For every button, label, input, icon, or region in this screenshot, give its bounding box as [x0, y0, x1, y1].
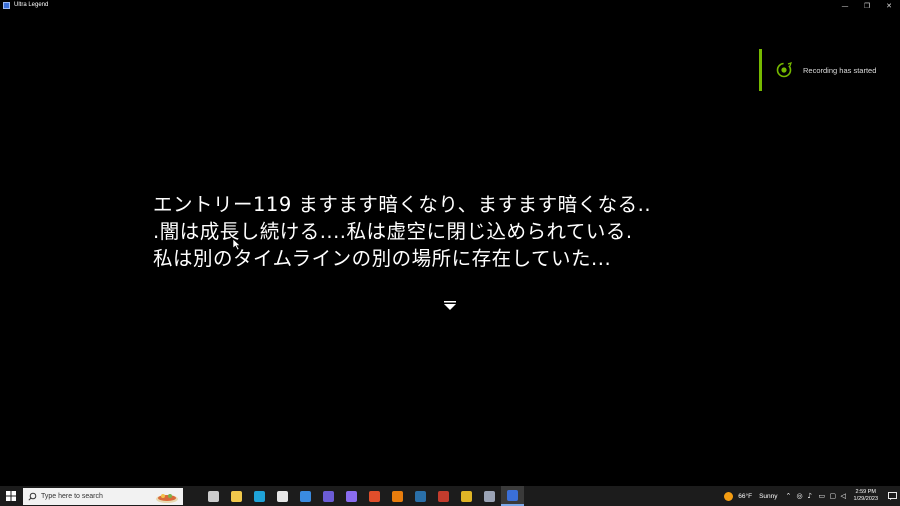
taskbar-app-8[interactable] — [386, 486, 409, 506]
weather-temp: 66°F — [738, 492, 753, 500]
app-ship-icon — [484, 490, 495, 502]
clock-time: 2:59 PM — [855, 489, 876, 495]
taskbar-app-4[interactable] — [294, 486, 317, 506]
search-placeholder: Type here to search — [41, 492, 103, 500]
task-view-icon — [208, 490, 219, 502]
battery-icon[interactable]: ▭ — [819, 492, 826, 500]
search-icon — [28, 492, 37, 501]
pinned-apps — [202, 486, 524, 506]
start-button[interactable] — [0, 486, 22, 506]
app-chat-icon — [346, 490, 357, 502]
recording-notification: Recording has started — [759, 49, 900, 91]
taskbar-app-7[interactable] — [363, 486, 386, 506]
microphone-icon[interactable]: ♪ — [808, 492, 815, 500]
search-highlight-icon — [156, 493, 178, 503]
steam-icon — [415, 490, 426, 502]
taskbar-app-11[interactable] — [455, 486, 478, 506]
taskbar-app-6[interactable] — [340, 486, 363, 506]
dialogue-line-3: 私は別のタイムラインの別の場所に存在していた... — [153, 247, 612, 270]
dialogue-line-2: .闇は成長し続ける....私は虚空に閉じ込められている. — [153, 220, 633, 243]
store-icon — [277, 490, 288, 502]
taskbar: Type here to search 66°F Sunny ⌃ ◎ ♪ ▭ ▢… — [0, 486, 900, 506]
volume-icon[interactable]: ◁ — [841, 492, 848, 500]
taskbar-app-12[interactable] — [478, 486, 501, 506]
taskbar-app-5[interactable] — [317, 486, 340, 506]
notification-icon — [887, 492, 897, 500]
window-title: Ultra Legend — [14, 2, 49, 8]
display-icon[interactable]: ▢ — [830, 492, 837, 500]
restore-button[interactable]: ❐ — [856, 0, 878, 11]
taskbar-app-0[interactable] — [202, 486, 225, 506]
weather-widget[interactable]: 66°F Sunny — [724, 491, 778, 501]
clock-date: 1/29/2023 — [853, 496, 878, 502]
dialogue-line-1: エントリー119 ますます暗くなり、ますます暗くなる.. — [153, 193, 652, 216]
ultra-legend-icon — [507, 489, 518, 501]
window-controls: — ❐ ✕ — [834, 0, 900, 11]
notification-center-button[interactable] — [884, 486, 900, 506]
taskbar-app-1[interactable] — [225, 486, 248, 506]
mouse-cursor-icon — [233, 239, 241, 250]
taskbar-app-10[interactable] — [432, 486, 455, 506]
chrome-icon — [461, 490, 472, 502]
dialogue-box[interactable]: エントリー119 ますます暗くなり、ますます暗くなる.. .闇は成長し続ける..… — [153, 191, 673, 272]
recording-icon — [776, 62, 792, 78]
file-explorer-icon — [231, 490, 242, 502]
taskbar-search[interactable]: Type here to search — [23, 487, 183, 505]
triangle-down-icon[interactable] — [443, 301, 457, 311]
title-bar: Ultra Legend — ❐ ✕ — [0, 0, 900, 11]
app-icon — [3, 2, 10, 9]
taskbar-app-9[interactable] — [409, 486, 432, 506]
network-icon[interactable]: ◎ — [797, 492, 804, 500]
minimize-button[interactable]: — — [834, 0, 856, 11]
chevron-up-icon[interactable]: ⌃ — [786, 492, 793, 500]
notification-accent-bar — [759, 49, 762, 91]
app-purple-icon — [323, 490, 334, 502]
edge-icon — [254, 490, 265, 502]
windows-icon — [6, 491, 16, 501]
taskbar-app-2[interactable] — [248, 486, 271, 506]
close-button[interactable]: ✕ — [878, 0, 900, 11]
sun-icon — [724, 491, 734, 501]
mail-icon — [300, 490, 311, 502]
notification-text: Recording has started — [803, 65, 877, 75]
app-orange-icon — [369, 490, 380, 502]
blender-icon — [392, 490, 403, 502]
system-tray: 66°F Sunny ⌃ ◎ ♪ ▭ ▢ ◁ 2:59 PM 1/29/2023 — [724, 486, 900, 506]
weather-condition: Sunny — [759, 492, 778, 500]
clock[interactable]: 2:59 PM 1/29/2023 — [854, 489, 878, 503]
taskbar-app-3[interactable] — [271, 486, 294, 506]
app-red-icon — [438, 490, 449, 502]
tray-icons: ⌃ ◎ ♪ ▭ ▢ ◁ — [786, 492, 848, 500]
taskbar-app-13[interactable] — [501, 486, 524, 506]
